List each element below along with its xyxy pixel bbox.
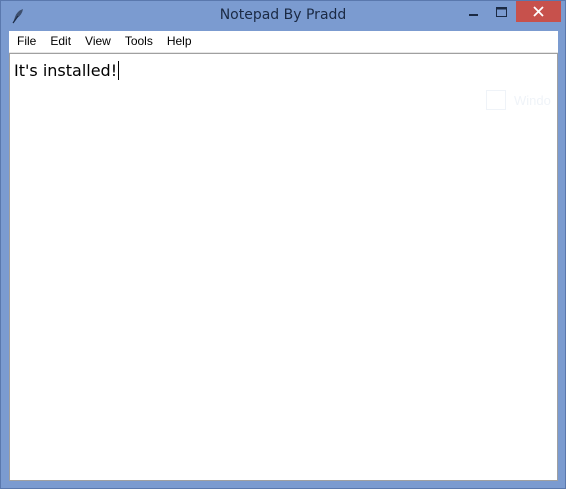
menu-bar: File Edit View Tools Help xyxy=(9,31,558,53)
menu-help[interactable]: Help xyxy=(160,31,199,52)
maximize-icon xyxy=(495,6,507,17)
close-icon xyxy=(533,6,544,17)
maximize-button[interactable] xyxy=(488,1,514,22)
title-bar[interactable]: Notepad By Pradd xyxy=(1,1,565,31)
minimize-icon xyxy=(469,13,478,16)
watermark-text: Windo xyxy=(514,92,551,108)
activation-watermark: Windo xyxy=(486,90,551,110)
text-caret xyxy=(118,61,120,80)
menu-edit[interactable]: Edit xyxy=(43,31,78,52)
menu-file[interactable]: File xyxy=(9,31,43,52)
editor-content-line[interactable]: It's installed! xyxy=(14,61,120,80)
editor-content: It's installed! xyxy=(14,61,118,80)
notepad-window: Notepad By Pradd File Edit View Tools He… xyxy=(0,0,566,489)
windows-logo-icon xyxy=(486,90,506,110)
close-button[interactable] xyxy=(516,1,561,22)
minimize-button[interactable] xyxy=(461,1,487,22)
menu-view[interactable]: View xyxy=(78,31,118,52)
text-editor[interactable]: It's installed! Windo xyxy=(9,53,558,481)
menu-tools[interactable]: Tools xyxy=(118,31,160,52)
